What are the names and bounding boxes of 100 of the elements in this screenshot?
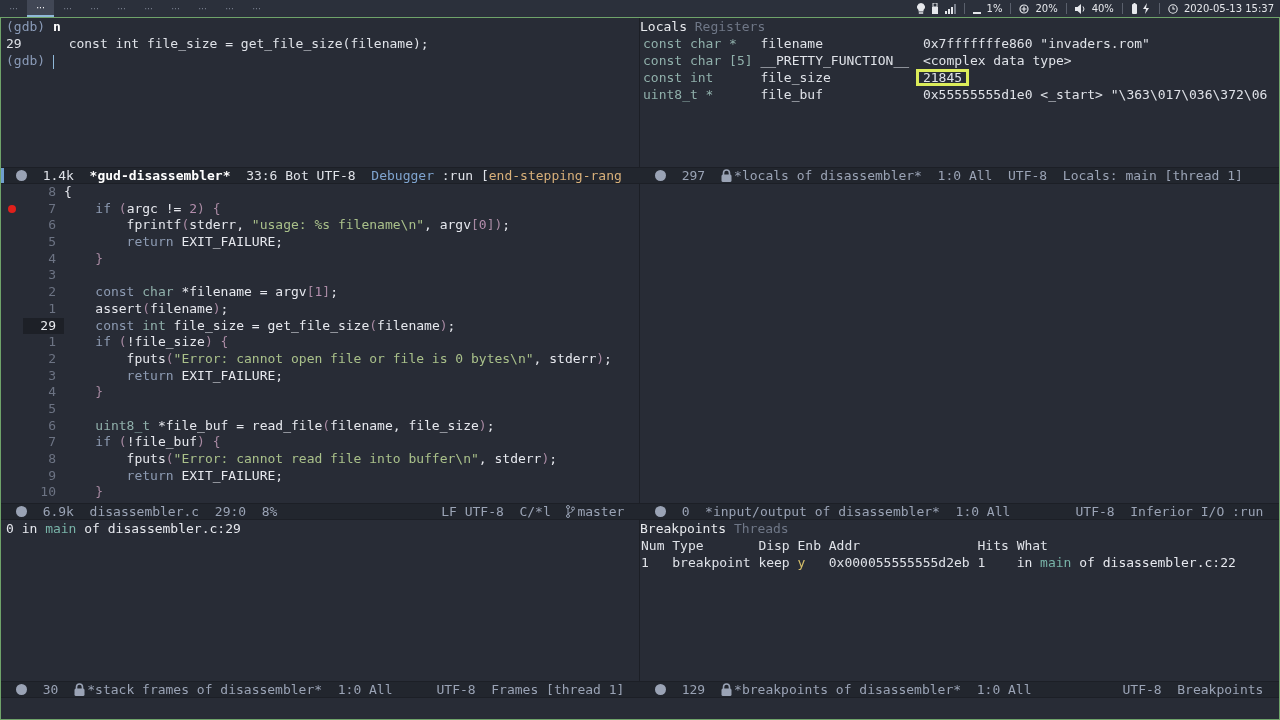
line-number: 1 bbox=[47, 334, 57, 351]
mode-line-text: *stack frames of disassembler* bbox=[87, 682, 323, 697]
line-number: 3 bbox=[47, 367, 57, 385]
line-number: 29 bbox=[23, 317, 64, 335]
variable-name: file_size bbox=[760, 69, 832, 86]
workspace-tab[interactable]: ··· bbox=[216, 0, 243, 17]
clock-icon[interactable] bbox=[1167, 3, 1178, 14]
code-line: const int file_size = get_file_size(filename); bbox=[94, 317, 456, 335]
workspace-tab[interactable]: ··· bbox=[81, 0, 108, 17]
variable-type: const char [5] bbox=[643, 52, 754, 69]
mode-line-text: C/*l bbox=[519, 504, 551, 519]
line-number: 4 bbox=[47, 250, 57, 268]
panel-tab[interactable]: Breakpoints bbox=[640, 520, 727, 537]
mode-line-text: *input/output of disassembler* bbox=[705, 504, 940, 519]
code-line: const char *filename = argv[1]; bbox=[94, 284, 338, 301]
workspace-tab[interactable]: ··· bbox=[189, 0, 216, 17]
mode-line-text: UTF-8 bbox=[1075, 504, 1115, 519]
usb-drive-icon[interactable] bbox=[930, 3, 939, 14]
code-line: fprintf(stderr, "usage: %s filename\n", argv[0]); bbox=[125, 217, 511, 235]
mode-line-text: *breakpoints of disassembler* bbox=[734, 682, 962, 697]
mode-line-text: disassembler.c bbox=[89, 504, 200, 519]
lock-icon bbox=[720, 683, 732, 696]
variable-type: uint8_t * bbox=[643, 86, 715, 103]
column-header: Num bbox=[641, 537, 666, 554]
workspace-tab[interactable]: ··· bbox=[243, 0, 270, 17]
mode-line-text: LF UTF-8 bbox=[441, 504, 504, 519]
variable-value: 0x7fffffffe860 "invaders.rom" bbox=[922, 35, 1150, 52]
line-number: 4 bbox=[47, 384, 57, 401]
line-number: 7 bbox=[47, 200, 57, 218]
mode-status: Debugger :run [end-stepping-rang bbox=[371, 168, 622, 183]
code-line: if (!file_size) { bbox=[94, 334, 229, 351]
variable-name: __PRETTY_FUNCTION__ bbox=[760, 52, 911, 69]
gdb-output: 29 const int file_size = get_file_size(filename); bbox=[6, 35, 430, 52]
workspace-tab[interactable]: ··· bbox=[135, 0, 162, 17]
line-number: 1 bbox=[47, 300, 57, 318]
table-cell-text: breakpoint bbox=[672, 554, 752, 571]
highlighted-value: 21845 bbox=[915, 69, 970, 86]
table-cell-text: keep bbox=[758, 554, 791, 571]
battery-charging-icon[interactable] bbox=[1130, 3, 1151, 14]
mode-line-text: 6.9k bbox=[42, 504, 74, 519]
workspace-tab[interactable]: ··· bbox=[0, 0, 27, 17]
code-line: assert(filename); bbox=[94, 300, 229, 318]
panel-tab[interactable]: Threads bbox=[733, 520, 789, 537]
table-cell-text: 1 bbox=[641, 554, 650, 571]
tray-reading: 1% bbox=[986, 3, 1003, 14]
code-line: fputs("Error: cannot read file into buffer\n", stderr); bbox=[125, 451, 558, 468]
variable-name: file_buf bbox=[760, 86, 824, 103]
breakpoint-icon[interactable] bbox=[8, 205, 16, 214]
mode-line-text: *locals of disassembler* bbox=[734, 168, 922, 183]
line-number: 9 bbox=[47, 467, 57, 485]
panel-tab[interactable]: Registers bbox=[694, 18, 766, 35]
gdb-prompt: (gdb) bbox=[6, 53, 46, 68]
workspace-tab[interactable]: ··· bbox=[108, 0, 135, 17]
line-number: 2 bbox=[47, 284, 57, 301]
workspace-tab[interactable]: ··· bbox=[54, 0, 81, 17]
column-header: What bbox=[1016, 537, 1049, 554]
variable-name: filename bbox=[760, 35, 824, 52]
volume-icon[interactable] bbox=[1074, 3, 1086, 14]
mode-line-text: 1.4k bbox=[42, 168, 74, 183]
code-line: if (!file_buf) { bbox=[94, 434, 221, 451]
line-number: 8 bbox=[47, 451, 57, 468]
status-dot-icon bbox=[16, 684, 27, 695]
status-dot-icon bbox=[655, 684, 666, 695]
lock-icon bbox=[73, 683, 85, 696]
code-line: uint8_t *file_buf = read_file(filename, file_size); bbox=[94, 417, 495, 435]
lightbulb-icon[interactable] bbox=[916, 3, 925, 14]
branch-name: master bbox=[577, 504, 625, 519]
column-header: Hits bbox=[977, 537, 1010, 554]
variable-value: <complex data type> bbox=[922, 52, 1072, 69]
mode-line-text: 129 bbox=[681, 682, 706, 697]
status-dot-icon bbox=[16, 170, 27, 181]
status-dot-icon bbox=[655, 506, 666, 517]
line-number: 5 bbox=[47, 234, 57, 251]
git-branch-icon bbox=[566, 505, 576, 518]
code-line: } bbox=[94, 384, 104, 401]
tray-reading: 20% bbox=[1035, 3, 1058, 14]
date-time: 2020-05-13 15:37 bbox=[1183, 3, 1274, 14]
mode-line-text: 29:0 bbox=[214, 504, 247, 519]
code-line: } bbox=[94, 484, 104, 502]
signal-icon[interactable] bbox=[944, 3, 956, 14]
status-dot-icon bbox=[16, 506, 27, 517]
mode-line-text: UTF-8 bbox=[436, 682, 476, 697]
cpu-icon[interactable] bbox=[1019, 3, 1030, 14]
mode-line-text: 0 bbox=[681, 504, 690, 519]
text-cursor bbox=[52, 54, 54, 69]
workspace-tab[interactable]: ··· bbox=[27, 0, 54, 17]
column-header: Addr bbox=[828, 537, 862, 554]
mode-line-text: 8% bbox=[261, 504, 278, 519]
status-dot-icon bbox=[655, 170, 666, 181]
mode-line-text: 297 bbox=[681, 168, 706, 183]
workspace-tab[interactable]: ··· bbox=[162, 0, 189, 17]
mode-line-text: UTF-8 bbox=[1008, 168, 1048, 183]
code-line: return EXIT_FAILURE; bbox=[125, 467, 284, 485]
column-header: Disp bbox=[758, 537, 791, 554]
code-line: { bbox=[64, 184, 72, 201]
gdb-command: n bbox=[52, 19, 61, 34]
variable-value: 0x55555555d1e0 <_start> "\363\017\036\372\06 bbox=[922, 86, 1268, 103]
stack-frame[interactable]: 0 in main of disassembler.c:29 bbox=[6, 520, 639, 537]
panel-tab[interactable]: Locals bbox=[640, 18, 687, 35]
code-line: return EXIT_FAILURE; bbox=[125, 234, 284, 251]
